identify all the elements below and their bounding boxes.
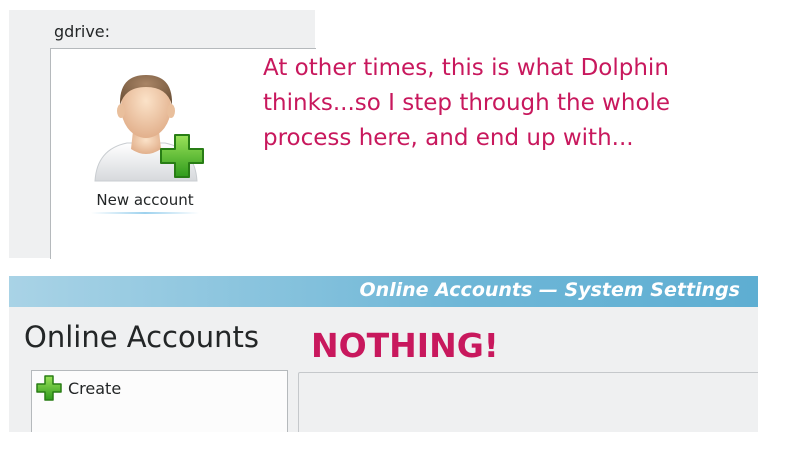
new-account-item[interactable]: New account xyxy=(75,63,215,223)
green-plus-icon xyxy=(36,375,62,401)
window-titlebar[interactable]: Online Accounts — System Settings xyxy=(9,276,758,307)
location-label: gdrive: xyxy=(54,22,111,41)
annotation-text: At other times, this is what Dolphin thi… xyxy=(263,55,671,151)
window-title: Online Accounts — System Settings xyxy=(359,279,740,301)
nothing-annotation: NOTHING! xyxy=(311,326,499,365)
create-account-button[interactable]: Create xyxy=(36,375,121,401)
user-add-icon xyxy=(94,75,204,182)
hover-underline xyxy=(91,212,199,214)
accounts-list[interactable]: Create xyxy=(31,370,288,432)
new-account-label: New account xyxy=(96,191,194,209)
create-label: Create xyxy=(68,378,122,398)
page-title: Online Accounts xyxy=(24,320,259,354)
settings-window: Online Accounts — System Settings Online… xyxy=(9,276,758,432)
account-details-pane xyxy=(298,372,758,432)
